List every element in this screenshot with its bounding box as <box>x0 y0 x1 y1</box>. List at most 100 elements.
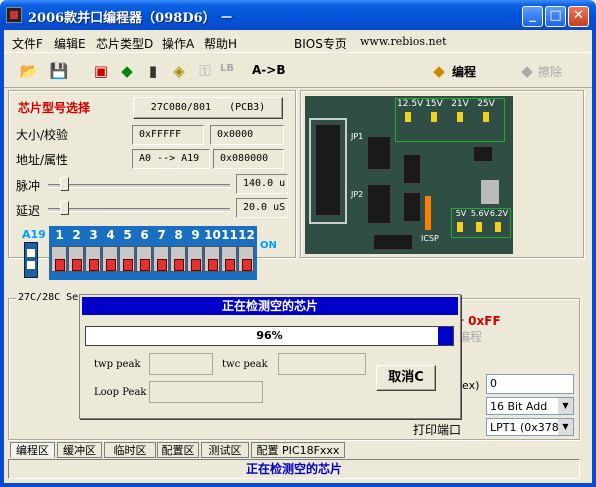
chevron-down-icon[interactable]: ▼ <box>558 419 573 435</box>
icsp-label: ICSP <box>421 234 439 243</box>
window-frame-left <box>0 30 4 487</box>
twc-peak-label: twc peak <box>222 359 268 370</box>
delay-label: 延迟 <box>16 204 41 218</box>
dip-number-9: 9 <box>191 228 200 242</box>
dip-switch-2[interactable] <box>68 246 84 272</box>
address-label: 地址/属性 <box>16 153 69 167</box>
dip-switch-5[interactable] <box>119 246 135 272</box>
jp2-label: JP2 <box>351 190 364 199</box>
twp-peak-label: twp peak <box>94 359 141 370</box>
dip-number-1: 1 <box>55 228 64 242</box>
dip-switch-11[interactable] <box>221 246 237 272</box>
voltage-jumper <box>476 222 482 232</box>
lock-icon[interactable]: ⚿ <box>194 61 216 81</box>
a19-switch[interactable] <box>24 242 38 278</box>
erase-icon[interactable]: ◆ <box>516 61 538 81</box>
verify-icon[interactable]: ◆ <box>116 61 138 81</box>
cancel-button[interactable]: 取消C <box>376 365 436 391</box>
open-folder-icon[interactable]: 📂 <box>18 61 40 81</box>
dip-switch-10[interactable] <box>204 246 220 272</box>
menu-edit[interactable]: 编辑E <box>54 35 86 52</box>
close-button[interactable]: ✕ <box>568 6 589 27</box>
ic-2 <box>367 184 391 224</box>
pulse-label: 脉冲 <box>16 179 41 193</box>
program-button[interactable]: 编程 <box>452 63 476 80</box>
ex-input[interactable]: 0 <box>486 374 574 394</box>
pulse-slider-thumb[interactable] <box>60 177 69 191</box>
voltage-label: 25V <box>477 99 495 109</box>
dip-number-11: 11 <box>221 228 238 242</box>
dip-number-5: 5 <box>123 228 132 242</box>
chevron-down-icon[interactable]: ▼ <box>558 398 573 414</box>
port-value: LPT1 (0x378) <box>490 421 564 434</box>
status-bar: 正在检测空的芯片 <box>8 459 580 479</box>
menu-bios[interactable]: BIOS专页 <box>294 35 347 52</box>
port-select[interactable]: LPT1 (0x378) ▼ <box>486 418 574 436</box>
tab-program[interactable]: 编程区 <box>10 442 55 458</box>
dip-switch-4[interactable] <box>102 246 118 272</box>
voltage-label: 15V <box>425 99 443 109</box>
toolbar: 📂 💾 ▣ ◆ ▮ ◈ ⚿ LB A->B ◆ 编程 ◆ 擦除 <box>4 52 592 88</box>
voltage-label: 21V <box>451 99 469 109</box>
dip-switch-12[interactable] <box>238 246 254 272</box>
ic-5 <box>373 234 413 250</box>
dip-number-7: 7 <box>157 228 166 242</box>
tab-temp[interactable]: 临时区 <box>104 442 156 458</box>
voltage-jumper <box>495 222 501 232</box>
checksum-field: 0x0000 <box>210 125 284 145</box>
tab-pic18-config[interactable]: 配置 PIC18Fxxx <box>251 442 345 458</box>
minimize-button[interactable]: _ <box>522 6 543 27</box>
chip-model-button[interactable]: 27C080/801 (PCB3) <box>133 97 283 119</box>
dip-switch-8[interactable] <box>170 246 186 272</box>
window-frame-bottom <box>0 483 596 487</box>
erase-button[interactable]: 擦除 <box>538 63 562 80</box>
address-mode-select[interactable]: 16 Bit Add ▼ <box>486 397 574 415</box>
blank-check-icon[interactable]: ▮ <box>142 61 164 81</box>
app-icon <box>6 7 22 23</box>
window-frame-right <box>592 30 596 487</box>
size-label: 大小/校验 <box>16 128 69 142</box>
chip-icon[interactable]: ◈ <box>168 61 190 81</box>
program-icon[interactable]: ◆ <box>428 61 450 81</box>
dip-switch-3[interactable] <box>85 246 101 272</box>
menu-chip-type[interactable]: 芯片类型D <box>96 35 153 52</box>
chip-read-icon[interactable]: ▣ <box>90 61 112 81</box>
menu-bar: 文件F 编辑E 芯片类型D 操作A 帮助H BIOS专页 www.rebios.… <box>4 30 592 52</box>
dip-switch-7[interactable] <box>153 246 169 272</box>
dip-number-4: 4 <box>106 228 115 242</box>
dip-switch-1[interactable] <box>51 246 67 272</box>
board-image: JP1 JP2 ICSP 12.5V 15V 21V 25V 5V 5.6V 6.2V <box>305 96 513 254</box>
icsp-header <box>425 196 431 230</box>
small-ic <box>473 146 493 162</box>
tab-config[interactable]: 配置区 <box>157 442 199 458</box>
menu-operation[interactable]: 操作A <box>162 35 194 52</box>
lb-label[interactable]: LB <box>220 63 234 74</box>
menu-file[interactable]: 文件F <box>12 35 43 52</box>
copy-a-to-b-button[interactable]: A->B <box>252 63 285 77</box>
tab-test[interactable]: 测试区 <box>201 442 249 458</box>
ic-1 <box>367 136 391 170</box>
dip-number-3: 3 <box>89 228 98 242</box>
twc-peak-box <box>278 353 366 375</box>
maximize-button[interactable]: □ <box>545 6 566 27</box>
dialog-title: 正在检测空的芯片 <box>82 297 458 315</box>
delay-slider-thumb[interactable] <box>60 201 69 215</box>
save-icon[interactable]: 💾 <box>48 61 70 81</box>
window-title: 2006款并口编程器（098D6） － <box>28 11 234 26</box>
ic-4 <box>403 192 421 222</box>
chip-section-title: 芯片型号选择 <box>18 101 91 115</box>
menu-website[interactable]: www.rebios.net <box>360 35 447 48</box>
delay-value-field: 20.0 uS <box>236 198 288 218</box>
size-field: 0xFFFFF <box>132 125 204 145</box>
voltage-label: 5.6V <box>470 209 490 218</box>
dip-switch-9[interactable] <box>187 246 203 272</box>
pulse-slider-track[interactable] <box>48 184 230 188</box>
delay-slider-track[interactable] <box>48 208 230 212</box>
voltage-label: 12.5V <box>397 99 424 109</box>
dip-switch-6[interactable] <box>136 246 152 272</box>
tab-buffer[interactable]: 缓冲区 <box>57 442 102 458</box>
dip-number-2: 2 <box>72 228 81 242</box>
menu-help[interactable]: 帮助H <box>204 35 237 52</box>
address-value-field: 0x080000 <box>213 149 284 169</box>
jp1-label: JP1 <box>351 132 364 141</box>
